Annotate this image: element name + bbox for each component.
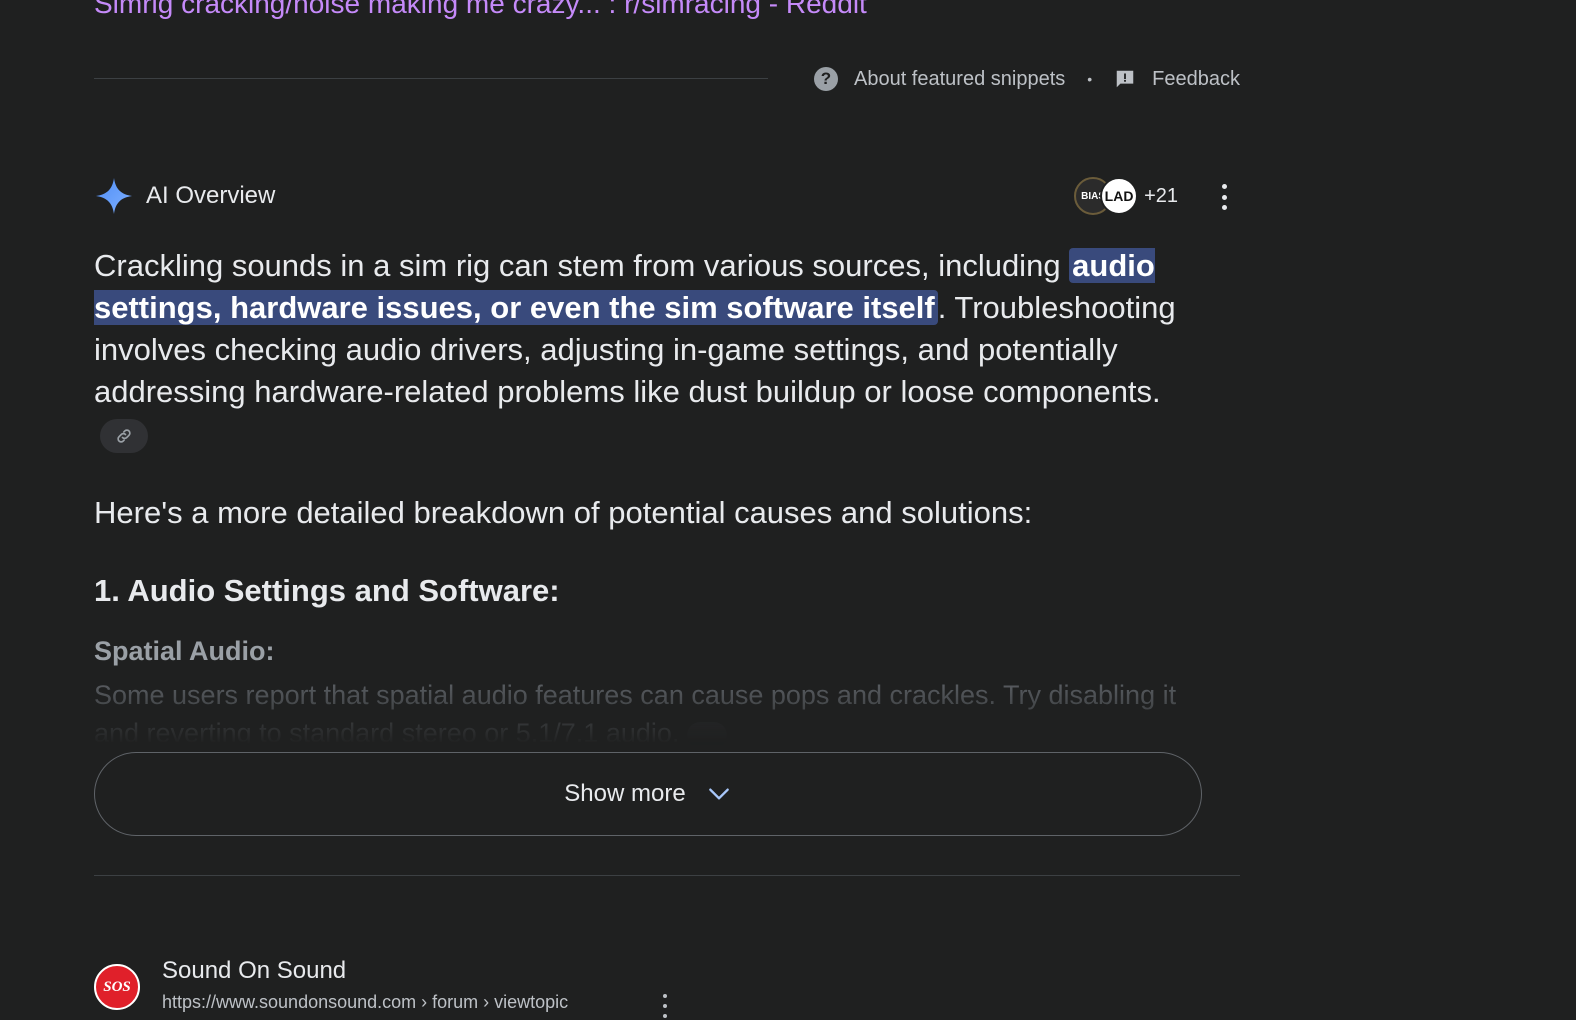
source-count[interactable]: +21	[1144, 185, 1178, 208]
divider	[94, 875, 1240, 876]
feedback-link[interactable]: Feedback	[1152, 68, 1240, 91]
source-avatar[interactable]: LAD	[1100, 177, 1139, 215]
question-icon[interactable]: ?	[813, 67, 838, 91]
search-results-page: Simrig cracking/noise making me crazy...…	[94, 0, 1240, 1018]
more-options-icon[interactable]	[1220, 184, 1228, 210]
result-options-icon[interactable]	[662, 994, 668, 1018]
ai-overview-summary: Crackling sounds in a sim rig can stem f…	[94, 245, 1204, 455]
link-icon	[117, 429, 131, 443]
ai-overview-header: AI Overview BIAS LAD +21	[94, 174, 1240, 218]
breakdown-intro: Here's a more detailed breakdown of pote…	[94, 495, 1033, 530]
citation-link-chip[interactable]	[100, 418, 148, 453]
subsection-text: Some users report that spatial audio fea…	[94, 676, 1194, 748]
subsection-body: Some users report that spatial audio fea…	[94, 680, 1177, 748]
show-more-label: Show more	[564, 780, 686, 807]
site-name[interactable]: Sound On Sound	[162, 956, 346, 986]
featured-snippet-footer: ? About featured snippets • Feedback	[94, 62, 1240, 96]
gemini-sparkle-icon	[96, 178, 132, 214]
subsection-heading: Spatial Audio:	[94, 636, 275, 666]
feedback-icon[interactable]	[1114, 68, 1136, 90]
summary-text: Crackling sounds in a sim rig can stem f…	[94, 248, 1070, 283]
site-url[interactable]: https://www.soundonsound.com › forum › v…	[162, 990, 568, 1014]
snippet-links: ? About featured snippets • Feedback	[813, 62, 1240, 96]
site-favicon[interactable]: SOS	[94, 964, 140, 1010]
sources-stack[interactable]: BIAS LAD +21	[1074, 177, 1178, 215]
previous-result-title[interactable]: Simrig cracking/noise making me crazy...…	[94, 0, 867, 22]
chevron-down-icon	[708, 788, 729, 800]
show-more-button[interactable]: Show more	[94, 752, 1202, 836]
separator-dot: •	[1087, 71, 1093, 87]
divider	[94, 78, 768, 79]
about-featured-snippets-link[interactable]: About featured snippets	[854, 68, 1065, 91]
ai-overview-label: AI Overview	[146, 182, 276, 209]
search-result[interactable]: SOS Sound On Sound https://www.soundonso…	[94, 950, 1240, 1020]
section-heading: 1. Audio Settings and Software:	[94, 573, 560, 608]
citation-link-chip	[687, 721, 728, 748]
